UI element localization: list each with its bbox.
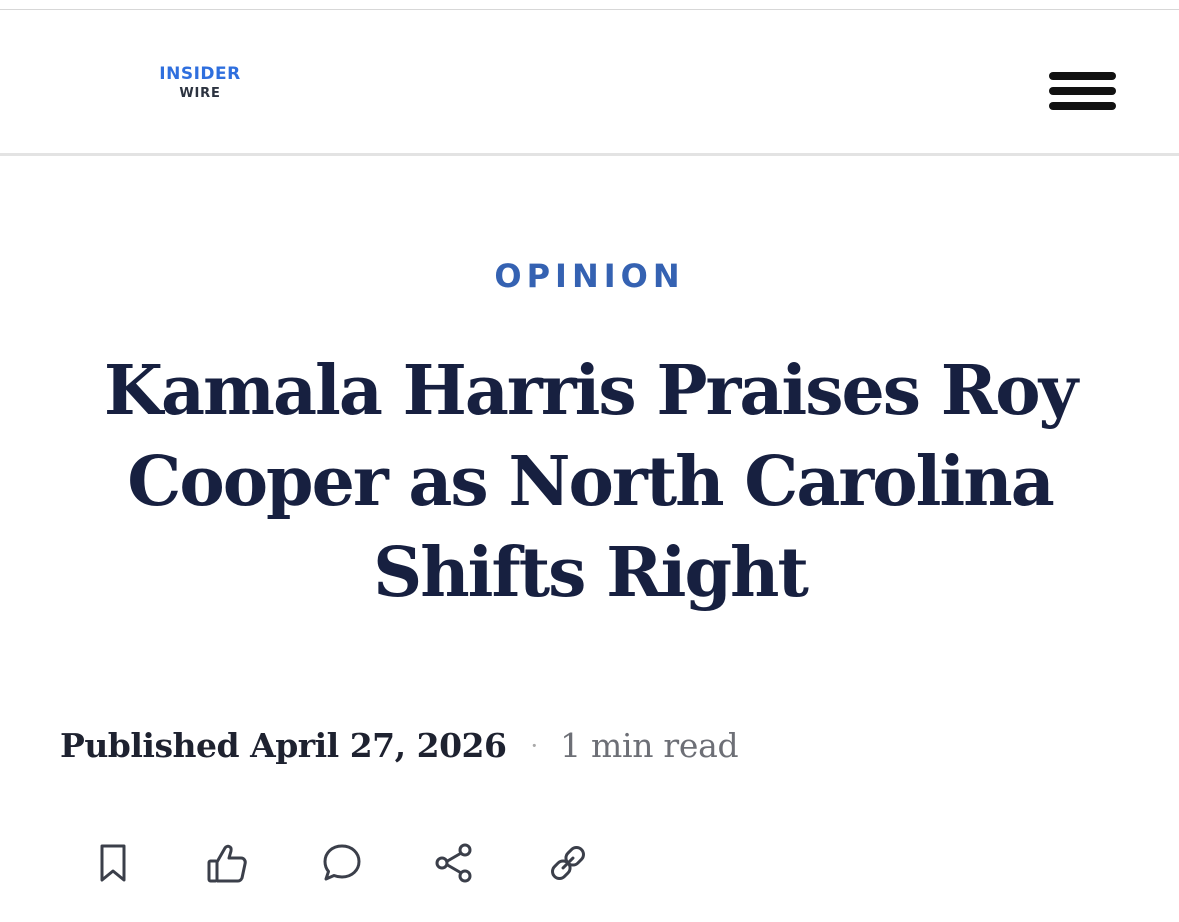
article-actions-bar [0, 835, 1179, 895]
bookmark-button[interactable] [85, 835, 141, 891]
menu-bar-bottom [1049, 102, 1116, 110]
header-divider [0, 153, 1179, 156]
comment-icon [323, 844, 361, 881]
share-button[interactable] [426, 835, 482, 891]
site-logo[interactable]: INSIDER WIRE [155, 64, 245, 101]
menu-bar-middle [1049, 87, 1116, 95]
published-date: Published April 27, 2026 [60, 726, 507, 765]
logo-text-wire: WIRE [179, 86, 221, 101]
article-headline: Kamala Harris Praises Roy Cooper as Nort… [103, 351, 1078, 613]
share-icon [435, 843, 472, 883]
like-button[interactable] [199, 835, 255, 891]
thumbs-up-icon [207, 844, 247, 883]
menu-bar-top [1049, 72, 1116, 80]
meta-separator: · [530, 732, 539, 760]
bookmark-icon [100, 844, 126, 882]
logo-text-insider: INSIDER [159, 64, 241, 84]
read-time: 1 min read [560, 726, 739, 765]
copy-link-button[interactable] [540, 835, 596, 891]
category-label[interactable]: OPINION [0, 256, 1179, 296]
article-meta: Published April 27, 2026 · 1 min read [60, 722, 739, 770]
hamburger-menu-icon[interactable] [1047, 68, 1119, 114]
site-header: INSIDER WIRE [0, 10, 1179, 153]
article-page: INSIDER WIRE OPINION Kamala Harris Prais… [0, 0, 1179, 922]
comment-button[interactable] [314, 835, 370, 891]
link-icon [551, 846, 585, 880]
